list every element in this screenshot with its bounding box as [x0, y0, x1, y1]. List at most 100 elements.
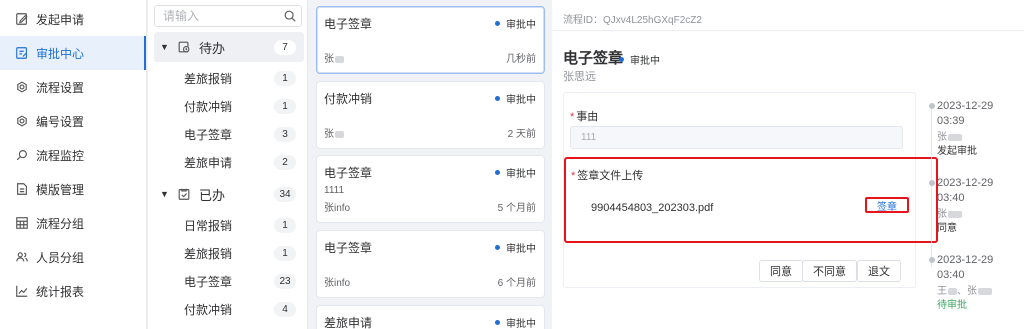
nav-item-label: 模版管理: [36, 182, 85, 197]
category-item[interactable]: 差旅报销 1: [154, 64, 304, 92]
count-badge: 34: [274, 186, 296, 202]
nav-item-process-monitor[interactable]: 流程监控: [0, 138, 146, 172]
group-label: 已办: [199, 187, 226, 203]
status-dot: [495, 245, 500, 250]
task-description: 1111: [324, 185, 345, 196]
upload-section-highlight: * 签章文件上传 9904454803_202303.pdf 签章: [564, 157, 938, 243]
timeline-entry: 2023-12-29 03:40 王、张 待审批: [937, 253, 1017, 312]
disagree-button[interactable]: 不同意: [802, 260, 857, 282]
nav-item-label: 统计报表: [36, 284, 85, 299]
document-icon: [15, 182, 29, 196]
timeline-time: 03:40: [937, 192, 965, 204]
count-badge: 1: [274, 245, 296, 261]
status-text: 审批中: [506, 169, 536, 180]
agree-button[interactable]: 同意: [759, 260, 803, 282]
process-id: 流程ID：QJxv4L25hGXqF2cZ2: [563, 11, 702, 26]
category-label: 电子签章: [184, 274, 233, 289]
nav-item-approval-center[interactable]: 审批中心: [0, 36, 146, 70]
timeline-time: 03:40: [937, 269, 965, 281]
nav-item-label: 审批中心: [36, 46, 85, 61]
redacted-name: [978, 287, 992, 295]
file-name[interactable]: 9904454803_202303.pdf: [591, 202, 713, 214]
nav-item-template-management[interactable]: 模版管理: [0, 172, 146, 206]
nav-item-process-group[interactable]: 流程分组: [0, 206, 146, 240]
edit-icon: [15, 12, 29, 26]
detail-panel: 流程ID：QJxv4L25hGXqF2cZ2 电子签章 审批中 张思远 * 事由 …: [552, 0, 1024, 329]
nav-item-label: 编号设置: [36, 114, 85, 129]
done-icon: [177, 187, 191, 201]
category-item[interactable]: 付款冲销 4: [154, 295, 304, 323]
nav-item-user-group[interactable]: 人员分组: [0, 240, 146, 274]
grid-icon: [15, 216, 29, 230]
return-button[interactable]: 退文: [857, 260, 901, 282]
upload-label-text: 签章文件上传: [577, 170, 644, 182]
task-card[interactable]: 电子签章 审批中 1111 张info 5 个月前: [316, 155, 545, 223]
category-item[interactable]: 电子签章 3: [154, 120, 304, 148]
group-done[interactable]: ▼ 已办 34: [154, 179, 304, 209]
task-user: 张info: [324, 278, 351, 289]
task-card[interactable]: 差旅申请 审批中: [316, 305, 545, 329]
nav-item-statistics[interactable]: 统计报表: [0, 274, 146, 308]
task-title: 差旅申请: [324, 316, 373, 329]
upload-label: * 签章文件上传: [571, 167, 643, 183]
reason-label-text: 事由: [576, 111, 599, 123]
category-item[interactable]: 差旅报销 1: [154, 239, 304, 267]
count-badge: 3: [274, 126, 296, 142]
monitor-search-icon: [15, 148, 29, 162]
count-badge: 23: [274, 273, 296, 289]
timeline-date: 2023-12-29: [937, 100, 994, 112]
status-dot: [495, 96, 500, 101]
status-dot: [495, 170, 500, 175]
category-item[interactable]: 日常报销 1: [154, 211, 304, 239]
task-title: 电子签章: [324, 17, 373, 31]
category-label: 付款冲销: [184, 302, 233, 317]
status-dot: [495, 320, 500, 325]
user-name: 张: [937, 132, 947, 143]
caret-down-icon: ▼: [160, 189, 169, 199]
group-todo[interactable]: ▼ 待办 7: [154, 32, 304, 62]
nav-item-process-settings[interactable]: 流程设置: [0, 70, 146, 104]
task-title: 电子签章: [324, 241, 373, 255]
status-badge: 审批中: [495, 165, 536, 180]
timeline-line: [931, 107, 932, 267]
approval-icon: [15, 46, 29, 60]
nav-item-number-settings[interactable]: 编号设置: [0, 104, 146, 138]
timeline-time: 03:39: [937, 115, 965, 127]
settings-icon: [15, 80, 29, 94]
divider: [552, 30, 1024, 31]
task-card[interactable]: 付款冲销 审批中 张 2 天前: [316, 81, 545, 149]
reason-field: 111: [570, 126, 903, 149]
user-name: 王: [937, 286, 947, 297]
todo-icon: [177, 40, 191, 54]
timeline-node: [929, 257, 935, 263]
task-time: 5 个月前: [497, 203, 536, 214]
timeline-date: 2023-12-29: [937, 177, 994, 189]
process-id-value: QJxv4L25hGXqF2cZ2: [603, 15, 702, 26]
task-title: 电子签章: [324, 166, 373, 180]
status-text: 审批中: [506, 319, 536, 329]
category-item[interactable]: 差旅申请 2: [154, 148, 304, 176]
task-card[interactable]: 电子签章 审批中 张info 6 个月前: [316, 230, 545, 298]
redacted-name: [948, 287, 957, 295]
category-label: 付款冲销: [184, 99, 233, 114]
sign-button[interactable]: 签章: [865, 197, 909, 213]
status-badge: 审批中: [495, 315, 536, 329]
search-input[interactable]: [155, 9, 279, 23]
nav-item-apply[interactable]: 发起申请: [0, 2, 146, 36]
task-card[interactable]: 电子签章 审批中 张 几秒前: [316, 6, 545, 74]
task-title: 付款冲销: [324, 92, 373, 106]
category-label: 电子签章: [184, 127, 233, 142]
side-nav: 发起申请 审批中心 流程设置 编号设置 流程监控 模版管理 流程分组 人员分组 …: [0, 0, 147, 329]
count-badge: 4: [274, 301, 296, 317]
nav-item-label: 流程监控: [36, 148, 85, 163]
task-user: 张: [324, 50, 344, 65]
nav-item-label: 流程分组: [36, 216, 85, 231]
category-item[interactable]: 电子签章 23: [154, 267, 304, 295]
caret-down-icon: ▼: [160, 42, 169, 52]
status-badge: 审批中: [495, 240, 536, 255]
status-dot: [619, 57, 624, 62]
status-text: 审批中: [506, 20, 536, 31]
category-label: 差旅报销: [184, 71, 233, 86]
category-item[interactable]: 付款冲销 1: [154, 92, 304, 120]
search-icon[interactable]: [279, 9, 301, 23]
